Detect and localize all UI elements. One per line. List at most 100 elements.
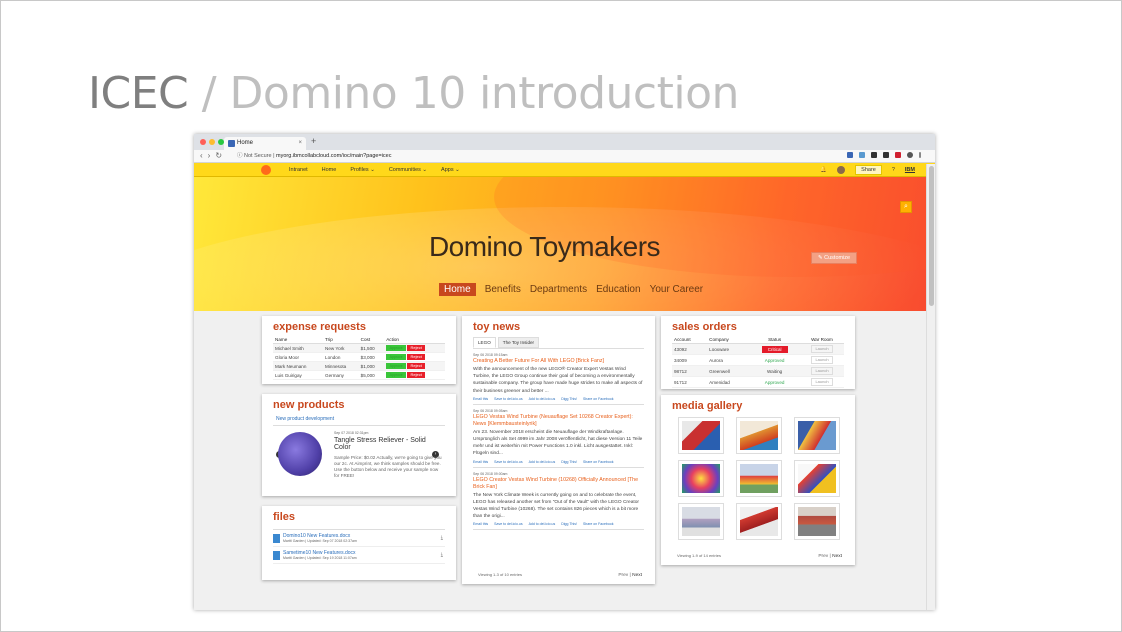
table-cell: 43092 xyxy=(672,343,708,355)
add-delicious-link[interactable]: Add to del.icio.us xyxy=(529,460,556,464)
tab-lego[interactable]: LEGO xyxy=(473,337,496,348)
gallery-thumbnail[interactable] xyxy=(794,417,840,454)
table-cell: $3,000 xyxy=(358,352,385,362)
save-delicious-link[interactable]: Save to del.icio.us xyxy=(494,397,522,401)
table-cell: Launch xyxy=(800,343,844,355)
email-this-link[interactable]: Email this xyxy=(473,397,488,401)
approve-button[interactable]: Approve xyxy=(386,363,407,369)
prev-button[interactable]: Prev xyxy=(618,573,628,578)
app-logo-icon[interactable] xyxy=(261,165,271,175)
close-tab-icon[interactable]: × xyxy=(298,137,302,150)
product-name[interactable]: Tangle Stress Reliever - Solid Color xyxy=(334,437,444,451)
launch-button[interactable]: Launch xyxy=(811,378,833,386)
user-avatar[interactable] xyxy=(837,166,846,174)
hero-menu-benefits[interactable]: Benefits xyxy=(485,283,521,296)
nav-intranet[interactable]: Intranet xyxy=(289,163,308,177)
gallery-thumbnail[interactable] xyxy=(794,460,840,497)
launch-button[interactable]: Launch xyxy=(811,345,833,353)
reject-button[interactable]: Reject xyxy=(407,345,426,351)
reject-button[interactable]: Reject xyxy=(407,354,426,360)
article-title[interactable]: LEGO Creator Vestas Wind Turbine (10268)… xyxy=(473,477,644,491)
extension-icon[interactable] xyxy=(895,152,901,158)
launch-button[interactable]: Launch xyxy=(811,367,833,375)
prev-button[interactable]: Prev xyxy=(818,554,828,559)
nav-apps[interactable]: Apps ⌄ xyxy=(441,163,460,177)
scrollbar-thumb[interactable] xyxy=(929,166,934,306)
page-scrollbar[interactable] xyxy=(926,164,935,610)
email-this-link[interactable]: Email this xyxy=(473,460,488,464)
article-title[interactable]: LEGO Vestas Wind Turbine (Neuauflage Set… xyxy=(473,414,644,428)
add-delicious-link[interactable]: Add to del.icio.us xyxy=(529,397,556,401)
facebook-share-link[interactable]: Share on Facebook xyxy=(583,397,614,401)
hero-menu-education[interactable]: Education xyxy=(596,283,640,296)
help-icon[interactable]: ? xyxy=(892,163,895,177)
gallery-thumbnail[interactable] xyxy=(736,460,782,497)
minimize-window-button[interactable] xyxy=(209,139,215,145)
gallery-thumbnail[interactable] xyxy=(794,503,840,540)
list-item[interactable]: Domino10 New Features.docx Martti Garden… xyxy=(273,530,445,547)
notification-bell-icon[interactable]: 🔔 xyxy=(820,163,827,177)
launch-button[interactable]: Launch xyxy=(811,356,833,364)
download-icon[interactable]: ⤓ xyxy=(441,535,443,541)
gallery-thumbnail[interactable] xyxy=(678,460,724,497)
nav-home[interactable]: Home xyxy=(322,163,337,177)
gallery-thumbnail[interactable] xyxy=(736,417,782,454)
facebook-share-link[interactable]: Share on Facebook xyxy=(583,522,614,526)
approve-button[interactable]: Approve xyxy=(386,372,407,378)
url-security-label: Not Secure xyxy=(244,153,272,159)
digg-link[interactable]: Digg This! xyxy=(561,522,577,526)
hero-menu-your-career[interactable]: Your Career xyxy=(650,283,704,296)
hero-menu-home[interactable]: Home xyxy=(439,283,476,296)
app-navbar: Intranet Home Profiles ⌄ Communities ⌄ A… xyxy=(194,163,935,177)
gallery-thumbnail[interactable] xyxy=(678,417,724,454)
gallery-thumbnail[interactable] xyxy=(736,503,782,540)
share-button[interactable]: Share xyxy=(855,165,882,175)
tab-the-toy-insider[interactable]: The Toy Insider xyxy=(497,337,540,348)
slide-title-sep: / xyxy=(188,68,230,119)
approve-button[interactable]: Approve xyxy=(386,345,407,351)
download-icon[interactable]: ⤓ xyxy=(441,552,443,558)
address-bar: ‹›↻ ⓘ Not Secure | myorg.ibmcollabcloud.… xyxy=(194,150,935,163)
email-this-link[interactable]: Email this xyxy=(473,522,488,526)
gallery-thumbnail[interactable] xyxy=(678,503,724,540)
article-share-links: Email this Save to del.icio.us Add to de… xyxy=(473,397,644,401)
search-icon[interactable]: ⌕ xyxy=(900,201,912,213)
table-cell: Aurora xyxy=(707,354,750,366)
hero-menu-departments[interactable]: Departments xyxy=(530,283,587,296)
new-product-development-link[interactable]: New product development xyxy=(273,414,445,426)
digg-link[interactable]: Digg This! xyxy=(561,397,577,401)
save-delicious-link[interactable]: Save to del.icio.us xyxy=(494,460,522,464)
approve-button[interactable]: Approve xyxy=(386,354,407,360)
extension-icon[interactable] xyxy=(883,152,889,158)
extension-icon[interactable] xyxy=(871,152,877,158)
close-window-button[interactable] xyxy=(200,139,206,145)
menu-icon[interactable] xyxy=(919,152,921,158)
customize-button[interactable]: ✎ Customize xyxy=(811,252,858,264)
next-button[interactable]: Next xyxy=(632,573,642,578)
browser-tab[interactable]: Home × xyxy=(224,137,306,150)
url-field[interactable]: ⓘ Not Secure | myorg.ibmcollabcloud.com/… xyxy=(237,151,391,161)
table-cell: Greenwell xyxy=(707,365,750,377)
bookmark-star-icon[interactable] xyxy=(847,152,853,158)
reject-button[interactable]: Reject xyxy=(407,372,426,378)
article-title[interactable]: Creating A Better Future For All With LE… xyxy=(473,358,644,365)
extension-icon[interactable] xyxy=(859,152,865,158)
add-delicious-link[interactable]: Add to del.icio.us xyxy=(529,522,556,526)
save-delicious-link[interactable]: Save to del.icio.us xyxy=(494,522,522,526)
list-item[interactable]: Sametime10 New Features.docx Martti Gard… xyxy=(273,547,445,564)
table-cell: Approve Reject xyxy=(384,361,445,371)
news-tabs: LEGO The Toy Insider xyxy=(473,337,655,348)
nav-communities[interactable]: Communities ⌄ xyxy=(389,163,427,177)
table-cell: Luis Guirigay xyxy=(273,370,324,380)
facebook-share-link[interactable]: Share on Facebook xyxy=(583,460,614,464)
table-cell: 34009 xyxy=(672,354,708,366)
new-tab-button[interactable]: + xyxy=(311,136,316,146)
nav-profiles[interactable]: Profiles ⌄ xyxy=(350,163,374,177)
reject-button[interactable]: Reject xyxy=(407,363,426,369)
digg-link[interactable]: Digg This! xyxy=(561,460,577,464)
next-button[interactable]: Next xyxy=(832,554,842,559)
status-badge: Approved xyxy=(749,376,800,388)
profile-icon[interactable] xyxy=(907,152,913,158)
browser-nav-buttons[interactable]: ‹›↻ xyxy=(200,151,227,160)
browser-tab-title: Home xyxy=(237,140,254,146)
